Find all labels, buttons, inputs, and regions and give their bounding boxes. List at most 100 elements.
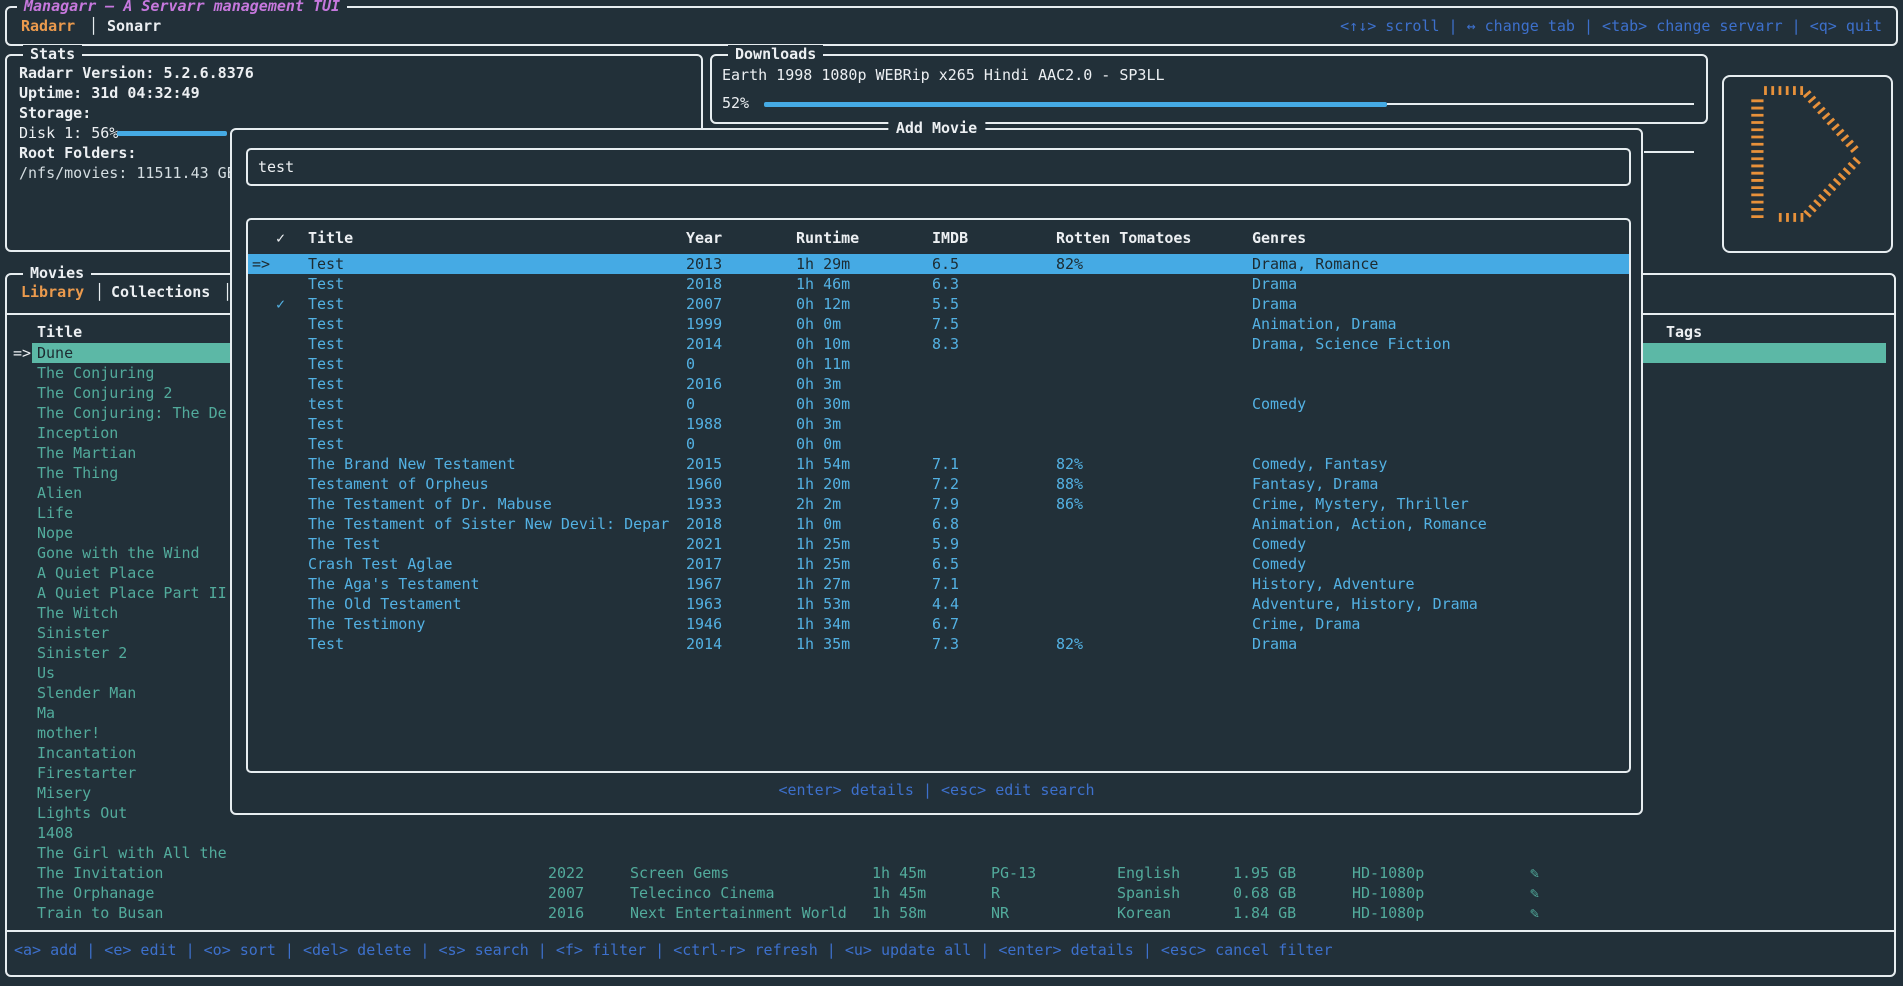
search-result-row[interactable]: Test 2014 1h 35m 7.3 82% Drama — [248, 634, 1629, 654]
imdb-column-header: IMDB — [932, 228, 968, 248]
tab-sonarr[interactable]: Sonarr — [107, 17, 161, 35]
movie-list-item[interactable]: The Conjuring: The De — [5, 403, 231, 423]
search-result-row[interactable]: Testament of Orpheus 1960 1h 20m 7.2 88%… — [248, 474, 1629, 494]
result-imdb: 7.2 — [932, 474, 959, 494]
search-result-row[interactable]: Crash Test Aglae 2017 1h 25m 6.5 Comedy — [248, 554, 1629, 574]
search-result-row[interactable]: Test 2014 0h 10m 8.3 Drama, Science Fict… — [248, 334, 1629, 354]
movie-list-item[interactable]: Slender Man — [5, 683, 231, 703]
search-result-row[interactable]: The Old Testament 1963 1h 53m 4.4 Advent… — [248, 594, 1629, 614]
movie-list-item[interactable]: Life — [5, 503, 231, 523]
movie-title: Sinister 2 — [37, 644, 127, 662]
monitored-icon: ✎ — [1530, 863, 1539, 883]
result-title: The Brand New Testament — [308, 454, 680, 474]
tab-divider: │ — [89, 17, 98, 35]
result-title: The Testament of Dr. Mabuse — [308, 494, 680, 514]
movie-list-item[interactable]: The Conjuring — [5, 363, 231, 383]
movie-details-row[interactable]: 2016 Next Entertainment World 1h 58m NR … — [0, 903, 1896, 923]
movie-search-input[interactable] — [248, 150, 1629, 184]
check-column-header: ✓ — [276, 228, 285, 248]
movie-year: 2016 — [548, 903, 584, 923]
movie-list-item[interactable]: Gone with the Wind — [5, 543, 231, 563]
search-result-row[interactable]: The Testament of Sister New Devil: Depar… — [248, 514, 1629, 534]
result-imdb: 5.5 — [932, 294, 959, 314]
result-imdb: 7.1 — [932, 454, 959, 474]
result-title: Test — [308, 374, 680, 394]
search-result-row[interactable]: The Aga's Testament 1967 1h 27m 7.1 Hist… — [248, 574, 1629, 594]
movie-list-item[interactable]: The Girl with All the — [5, 843, 231, 863]
movie-list-item[interactable]: Ma — [5, 703, 231, 723]
monitored-icon: ✎ — [1530, 883, 1539, 903]
movie-quality: HD-1080p — [1352, 883, 1424, 903]
result-imdb: 6.8 — [932, 514, 959, 534]
movie-list-item[interactable]: Inception — [5, 423, 231, 443]
movie-list-item[interactable]: Incantation — [5, 743, 231, 763]
movie-list-item[interactable]: Sinister — [5, 623, 231, 643]
movie-list-item[interactable]: Firestarter — [5, 763, 231, 783]
result-year: 1960 — [686, 474, 722, 494]
rotten-tomatoes-column-header: Rotten Tomatoes — [1056, 228, 1191, 248]
search-result-row[interactable]: Test 0 0h 0m — [248, 434, 1629, 454]
movie-title: The Martian — [37, 444, 136, 462]
movie-title: The Conjuring — [37, 364, 154, 382]
result-genres: Drama — [1252, 294, 1622, 314]
result-title: Test — [308, 414, 680, 434]
search-result-row[interactable]: test 0 0h 30m Comedy — [248, 394, 1629, 414]
managarr-app: Managarr – A Servarr management TUI Rada… — [0, 0, 1903, 986]
year-column-header: Year — [686, 228, 722, 248]
tab-library[interactable]: Library — [21, 283, 84, 301]
tab-radarr[interactable]: Radarr — [21, 17, 75, 35]
movie-certification: NR — [991, 903, 1009, 923]
result-genres: Drama — [1252, 634, 1622, 654]
movie-quality: HD-1080p — [1352, 863, 1424, 883]
result-runtime: 0h 12m — [796, 294, 850, 314]
movie-certification: R — [991, 883, 1000, 903]
movie-quality: HD-1080p — [1352, 903, 1424, 923]
movie-title: Inception — [37, 424, 118, 442]
tab-collections[interactable]: Collections — [111, 283, 210, 301]
search-result-row[interactable]: Test 2018 1h 46m 6.3 Drama — [248, 274, 1629, 294]
movie-list-item[interactable]: Lights Out — [5, 803, 231, 823]
movie-list-item[interactable]: Dune — [5, 343, 231, 363]
search-result-row[interactable]: => Test 2013 1h 29m 6.5 82% Drama, Roman… — [248, 254, 1629, 274]
result-year: 2017 — [686, 554, 722, 574]
result-title: The Testament of Sister New Devil: Depar — [308, 514, 680, 534]
search-result-row[interactable]: ✓ Test 2007 0h 12m 5.5 Drama — [248, 294, 1629, 314]
search-result-row[interactable]: The Testament of Dr. Mabuse 1933 2h 2m 7… — [248, 494, 1629, 514]
result-imdb: 6.3 — [932, 274, 959, 294]
result-runtime: 1h 27m — [796, 574, 850, 594]
search-result-row[interactable]: Test 1999 0h 0m 7.5 Animation, Drama — [248, 314, 1629, 334]
movie-list-item[interactable]: Misery — [5, 783, 231, 803]
movie-certification: PG-13 — [991, 863, 1036, 883]
result-rotten-tomatoes: 88% — [1056, 474, 1083, 494]
movie-list-item[interactable]: A Quiet Place Part II — [5, 583, 231, 603]
result-title: The Aga's Testament — [308, 574, 680, 594]
result-year: 1963 — [686, 594, 722, 614]
search-result-row[interactable]: The Testimony 1946 1h 34m 6.7 Crime, Dra… — [248, 614, 1629, 634]
search-result-row[interactable]: Test 2016 0h 3m — [248, 374, 1629, 394]
movie-list-item[interactable]: Sinister 2 — [5, 643, 231, 663]
movie-list-item[interactable]: The Witch — [5, 603, 231, 623]
search-result-row[interactable]: The Test 2021 1h 25m 5.9 Comedy — [248, 534, 1629, 554]
movie-list-item[interactable]: 1408 — [5, 823, 231, 843]
search-result-row[interactable]: Test 1988 0h 3m — [248, 414, 1629, 434]
result-runtime: 1h 34m — [796, 614, 850, 634]
movie-title: 1408 — [37, 824, 73, 842]
movie-details-row[interactable]: 2007 Telecinco Cinema 1h 45m R Spanish 0… — [0, 883, 1896, 903]
movie-list-item[interactable]: Nope — [5, 523, 231, 543]
result-runtime: 0h 0m — [796, 434, 841, 454]
add-movie-modal: Add Movie ✓ Title Year Runtime IMDB Rott… — [230, 128, 1643, 815]
movie-title: Sinister — [37, 624, 109, 642]
search-result-row[interactable]: Test 0 0h 11m — [248, 354, 1629, 374]
movie-details-row[interactable]: 2022 Screen Gems 1h 45m PG-13 English 1.… — [0, 863, 1896, 883]
movie-list-item[interactable]: The Martian — [5, 443, 231, 463]
result-title: Testament of Orpheus — [308, 474, 680, 494]
movie-list-item[interactable]: mother! — [5, 723, 231, 743]
movie-list-item[interactable]: A Quiet Place — [5, 563, 231, 583]
movie-list-item[interactable]: The Conjuring 2 — [5, 383, 231, 403]
movie-list-item[interactable]: The Thing — [5, 463, 231, 483]
movie-list-item[interactable]: Alien — [5, 483, 231, 503]
result-runtime: 0h 0m — [796, 314, 841, 334]
movies-title: Movies — [23, 264, 91, 282]
movie-list-item[interactable]: Us — [5, 663, 231, 683]
search-result-row[interactable]: The Brand New Testament 2015 1h 54m 7.1 … — [248, 454, 1629, 474]
